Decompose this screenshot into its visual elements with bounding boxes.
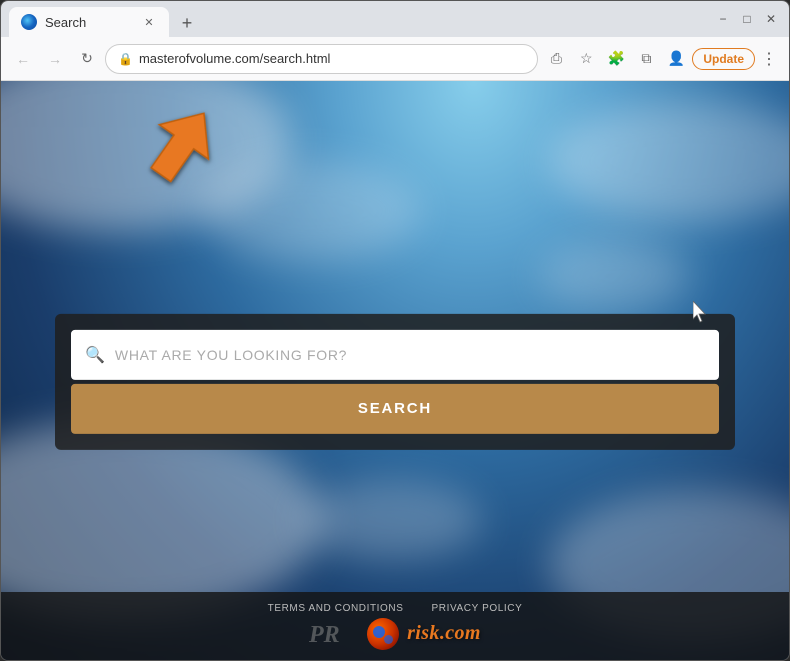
title-bar: Search ✕ + − □ ✕ bbox=[1, 1, 789, 37]
browser-window: Search ✕ + − □ ✕ ← → ↻ 🔒 masterofvolume.… bbox=[0, 0, 790, 661]
orange-arrow-icon bbox=[141, 101, 221, 191]
search-button-row: SEARCH bbox=[71, 383, 719, 433]
cloud-7 bbox=[539, 241, 689, 311]
search-input-container[interactable]: 🔍 WHAT ARE YOU LOOKING FOR? bbox=[71, 329, 719, 379]
active-tab[interactable]: Search ✕ bbox=[9, 7, 169, 37]
extensions-icon[interactable]: 🧩 bbox=[602, 45, 630, 73]
bookmark-icon[interactable]: ☆ bbox=[572, 45, 600, 73]
browser-menu-button[interactable]: ⋮ bbox=[757, 45, 781, 73]
footer-ball-icon bbox=[367, 618, 399, 650]
window-controls: − □ ✕ bbox=[713, 9, 781, 29]
split-view-icon[interactable]: ⧉ bbox=[632, 45, 660, 73]
tab-title: Search bbox=[45, 15, 133, 30]
footer-logo-area: PR risk.com bbox=[309, 618, 481, 650]
footer-links: TERMS AND CONDITIONS PRIVACY POLICY bbox=[268, 603, 523, 614]
search-submit-button[interactable]: SEARCH bbox=[71, 383, 719, 433]
search-glass-icon: 🔍 bbox=[85, 344, 105, 364]
footer-pr-logo-icon: PR bbox=[309, 620, 359, 648]
navigation-bar: ← → ↻ 🔒 masterofvolume.com/search.html ⎙… bbox=[1, 37, 789, 81]
back-button[interactable]: ← bbox=[9, 45, 37, 73]
maximize-button[interactable]: □ bbox=[737, 9, 757, 29]
privacy-link[interactable]: PRIVACY POLICY bbox=[432, 603, 523, 614]
cloud-4 bbox=[1, 420, 321, 620]
url-text: masterofvolume.com/search.html bbox=[139, 51, 525, 66]
address-bar[interactable]: 🔒 masterofvolume.com/search.html bbox=[105, 44, 538, 74]
page-content: 🔍 WHAT ARE YOU LOOKING FOR? SEARCH TERMS… bbox=[1, 81, 789, 660]
share-icon[interactable]: ⎙ bbox=[542, 45, 570, 73]
profile-icon[interactable]: 👤 bbox=[662, 45, 690, 73]
tab-strip: Search ✕ + bbox=[9, 1, 713, 37]
minimize-button[interactable]: − bbox=[713, 9, 733, 29]
cloud-2 bbox=[549, 101, 789, 221]
nav-right-icons: ⎙ ☆ 🧩 ⧉ 👤 Update ⋮ bbox=[542, 45, 781, 73]
close-button[interactable]: ✕ bbox=[761, 9, 781, 29]
tab-favicon bbox=[21, 14, 37, 30]
cloud-3 bbox=[201, 161, 421, 261]
search-placeholder-text: WHAT ARE YOU LOOKING FOR? bbox=[115, 346, 347, 362]
page-footer: TERMS AND CONDITIONS PRIVACY POLICY PR r… bbox=[1, 592, 789, 660]
footer-brand-text: risk.com bbox=[407, 622, 481, 645]
refresh-button[interactable]: ↻ bbox=[73, 45, 101, 73]
cloud-6 bbox=[301, 480, 481, 560]
terms-link[interactable]: TERMS AND CONDITIONS bbox=[268, 603, 404, 614]
new-tab-button[interactable]: + bbox=[173, 9, 201, 37]
svg-text:PR: PR bbox=[309, 622, 340, 648]
update-button[interactable]: Update bbox=[692, 48, 755, 70]
security-lock-icon: 🔒 bbox=[118, 52, 133, 66]
tab-close-button[interactable]: ✕ bbox=[141, 14, 157, 30]
search-widget: 🔍 WHAT ARE YOU LOOKING FOR? SEARCH bbox=[55, 313, 735, 449]
forward-button[interactable]: → bbox=[41, 45, 69, 73]
